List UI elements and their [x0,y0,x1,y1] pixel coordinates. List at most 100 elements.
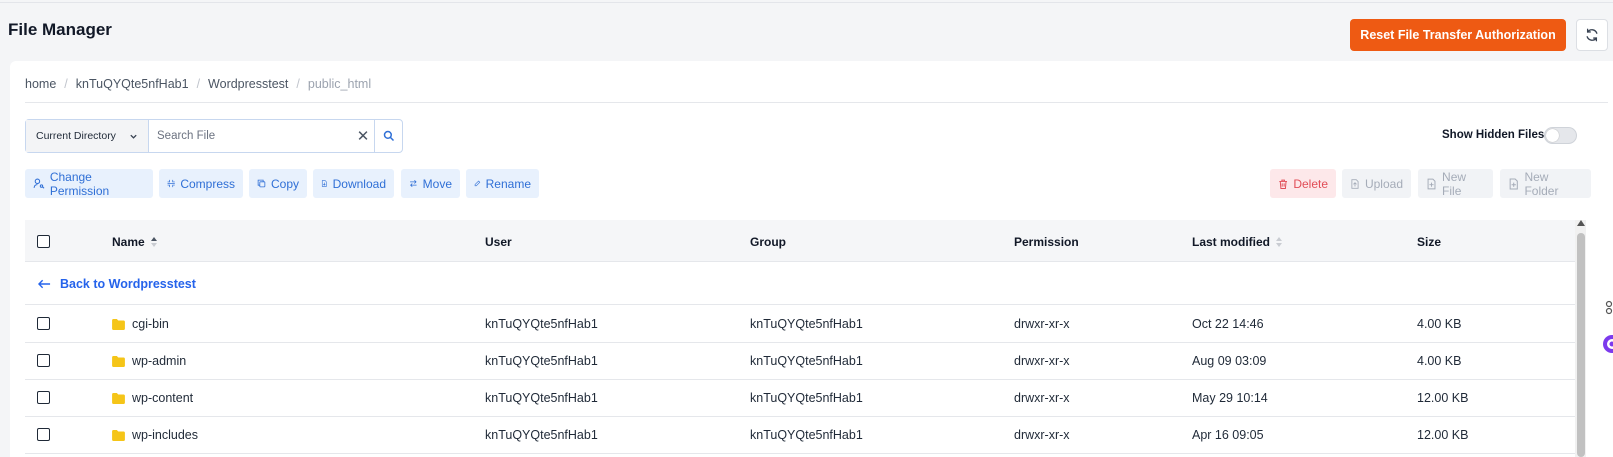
back-link[interactable]: Back to Wordpresstest [38,277,196,291]
breadcrumb-item-wordpresstest[interactable]: Wordpresstest [208,77,288,91]
move-arrows-icon [410,179,417,188]
change-permission-button[interactable]: Change Permission [25,169,153,198]
cell-user: knTuQYQte5nfHab1 [485,354,598,368]
column-label: Name [112,235,145,249]
breadcrumb-item-home[interactable]: home [25,77,56,91]
table-row[interactable]: wp-admin knTuQYQte5nfHab1 knTuQYQte5nfHab1… [25,342,1576,380]
search-scope-select[interactable]: Current Directory [26,120,149,152]
back-row: Back to Wordpresstest [25,262,1576,305]
new-file-label: New File [1442,169,1467,198]
row-checkbox[interactable] [37,428,50,441]
show-hidden-files-label: Show Hidden Files [1442,129,1545,141]
arrow-left-icon [38,279,51,289]
column-header-last-modified[interactable]: Last modified [1192,235,1283,249]
new-file-icon [1427,178,1436,189]
breadcrumb-separator: / [296,77,300,91]
download-label: Download [332,176,386,191]
refresh-icon [1586,28,1598,42]
trash-icon [1279,179,1288,189]
folder-icon [112,355,125,367]
file-name: wp-content [132,391,194,405]
column-label: User [485,235,512,249]
cell-size: 12.00 KB [1417,391,1469,405]
file-name: cgi-bin [132,317,169,331]
reset-file-transfer-authorization-button[interactable]: Reset File Transfer Authorization [1350,19,1566,51]
delete-label: Delete [1293,176,1328,191]
user-key-icon [33,178,45,189]
breadcrumb-separator: / [64,77,68,91]
change-permission-label: Change Permission [49,169,110,198]
upload-file-icon [1351,178,1359,189]
move-button[interactable]: Move [401,169,460,198]
cell-name[interactable]: wp-content [112,391,193,405]
column-header-group: Group [750,235,786,249]
scrollbar-thumb[interactable] [1577,233,1585,457]
cell-group: knTuQYQte5nfHab1 [750,317,863,331]
upload-button[interactable]: Upload [1342,169,1411,198]
grid-widget-icon[interactable] [1604,300,1613,316]
toggle-knob [1546,129,1559,142]
column-header-size: Size [1417,235,1441,249]
search-scope-label: Current Directory [36,130,116,142]
new-folder-label: New Folder [1524,169,1559,198]
column-label: Last modified [1192,235,1271,249]
refresh-button[interactable] [1576,19,1608,51]
cell-name[interactable]: wp-includes [112,428,198,442]
table-row[interactable]: cgi-bin knTuQYQte5nfHab1 knTuQYQte5nfHab1 d… [25,305,1576,343]
cell-size: 4.00 KB [1417,317,1462,331]
cell-name[interactable]: wp-admin [112,354,186,368]
search-group: Current Directory ✕ [25,119,403,153]
new-folder-icon [1509,177,1518,190]
download-button[interactable]: Download [313,169,394,198]
column-header-name[interactable]: Name [112,235,158,249]
cell-permission: drwxr-xr-x [1014,317,1070,331]
cell-permission: drwxr-xr-x [1014,354,1070,368]
new-file-button[interactable]: New File [1418,169,1493,198]
breadcrumb-item-current: public_html [307,77,372,91]
table-row[interactable]: wp-content knTuQYQte5nfHab1 knTuQYQte5nfHa… [25,379,1576,417]
cell-name[interactable]: cgi-bin [112,317,169,331]
move-label: Move [422,176,452,191]
select-all-checkbox[interactable] [37,235,50,248]
file-name: wp-includes [132,428,199,442]
column-label: Permission [1014,235,1079,249]
cell-user: knTuQYQte5nfHab1 [485,317,598,331]
sort-icon [150,237,157,247]
chat-widget-icon[interactable] [1601,333,1613,355]
top-border [0,0,1613,3]
chevron-down-icon [130,134,137,139]
pencil-icon [474,180,481,187]
row-checkbox[interactable] [37,354,50,367]
back-link-label: Back to Wordpresstest [60,277,196,291]
file-name: wp-admin [132,354,187,368]
sort-icon [1276,237,1283,247]
copy-button[interactable]: Copy [249,169,307,198]
folder-icon [112,429,125,441]
scroll-up-arrow-icon[interactable] [1577,220,1585,226]
rename-button[interactable]: Rename [466,169,539,198]
column-label: Group [750,235,786,249]
cell-user: knTuQYQte5nfHab1 [485,428,598,442]
clear-search-icon[interactable]: ✕ [352,120,374,152]
table-row[interactable]: wp-includes knTuQYQte5nfHab1 knTuQYQte5nfH… [25,416,1576,454]
compress-label: Compress [180,176,235,191]
show-hidden-files-toggle[interactable] [1544,127,1577,144]
compress-button[interactable]: Compress [159,169,243,198]
row-checkbox[interactable] [37,317,50,330]
cell-group: knTuQYQte5nfHab1 [750,354,863,368]
download-icon [321,180,327,187]
delete-button[interactable]: Delete [1270,169,1336,198]
breadcrumb-item-user[interactable]: knTuQYQte5nfHab1 [76,77,189,91]
table-header: Name User Group Permission Last modified… [25,220,1576,262]
divider [25,102,1608,103]
search-button[interactable] [374,120,402,152]
breadcrumb-separator: / [196,77,201,91]
search-icon [383,130,394,142]
cell-size: 12.00 KB [1417,428,1469,442]
new-folder-button[interactable]: New Folder [1500,169,1591,198]
row-checkbox[interactable] [37,391,50,404]
search-input[interactable] [149,120,352,152]
cell-last-modified: Apr 16 09:05 [1192,428,1264,442]
cell-last-modified: Aug 09 03:09 [1192,354,1267,368]
column-header-permission: Permission [1014,235,1079,249]
